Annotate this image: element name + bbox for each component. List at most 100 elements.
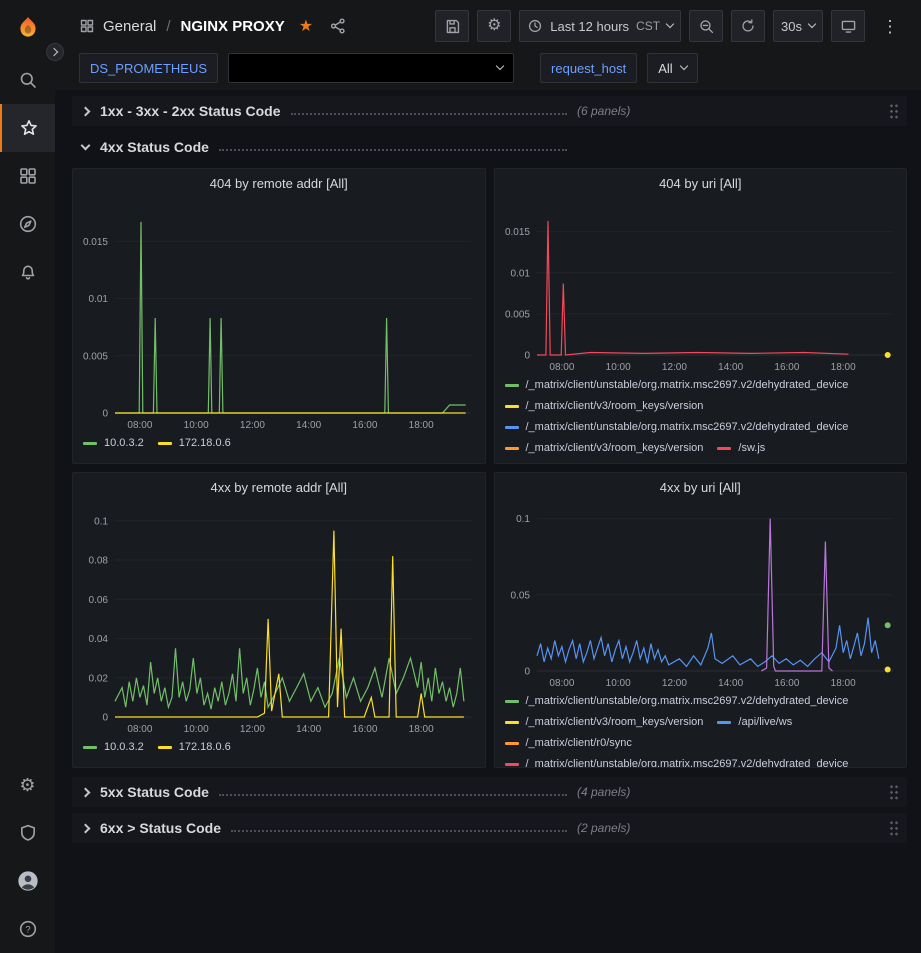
sidebar-item-alerting[interactable] [0, 248, 55, 296]
favorite-star-icon[interactable]: ★ [299, 16, 313, 36]
variable-label-request-host[interactable]: request_host [540, 53, 637, 83]
breadcrumb-folder[interactable]: General [103, 18, 156, 35]
legend-swatch [505, 426, 519, 429]
chevron-right-icon [81, 823, 91, 833]
svg-text:10:00: 10:00 [605, 362, 630, 373]
sidebar-expand-button[interactable] [46, 43, 64, 61]
time-range-picker[interactable]: Last 12 hours CST [519, 10, 681, 42]
legend-label: /_matrix/client/unstable/org.matrix.msc2… [526, 421, 849, 433]
legend-label: 172.18.0.6 [179, 437, 231, 449]
svg-text:18:00: 18:00 [830, 678, 855, 689]
legend-item[interactable]: /_matrix/client/unstable/org.matrix.msc2… [505, 756, 849, 767]
legend-label: /api/live/ws [738, 716, 792, 728]
legend: 10.0.3.2 172.18.0.6 [73, 433, 485, 463]
variable-request-host-select[interactable]: All [647, 53, 697, 83]
row-panel-count: (6 panels) [577, 104, 630, 118]
svg-text:?: ? [25, 924, 30, 935]
legend-item[interactable]: /_matrix/client/v3/room_keys/version [505, 398, 704, 414]
sidebar-item-profile[interactable] [0, 857, 55, 905]
svg-text:08:00: 08:00 [549, 678, 574, 689]
legend-item[interactable]: /sw.js [717, 440, 765, 456]
svg-text:0.005: 0.005 [83, 351, 108, 362]
time-series-chart[interactable]: 00.020.040.060.080.108:0010:0012:0014:00… [73, 501, 485, 737]
row-drag-handle[interactable] [889, 820, 899, 837]
panel-title[interactable]: 4xx by uri [All] [495, 473, 907, 501]
svg-text:0: 0 [524, 351, 530, 362]
legend-item[interactable]: 10.0.3.2 [83, 435, 144, 451]
legend-item[interactable]: /_matrix/client/unstable/org.matrix.msc2… [505, 693, 849, 709]
gear-icon: ⚙ [487, 18, 501, 34]
svg-text:14:00: 14:00 [718, 362, 743, 373]
legend-item[interactable]: 172.18.0.6 [158, 739, 231, 755]
sidebar-item-dashboards[interactable] [0, 152, 55, 200]
sidebar-item-search[interactable] [0, 56, 55, 104]
time-series-chart[interactable]: 00.0050.010.01508:0010:0012:0014:0016:00… [495, 197, 907, 375]
variable-datasource-select[interactable] [228, 53, 514, 83]
row-4xx-status-code[interactable]: 4xx Status Code [72, 132, 907, 162]
cycle-view-mode-button[interactable] [831, 10, 865, 42]
svg-text:12:00: 12:00 [240, 724, 265, 735]
panel-title[interactable]: 404 by remote addr [All] [73, 169, 485, 197]
row-1xx-3xx-2xx-status-code[interactable]: 1xx - 3xx - 2xx Status Code (6 panels) [72, 96, 907, 126]
legend-item[interactable]: /_matrix/client/unstable/org.matrix.msc2… [505, 377, 849, 393]
time-series-chart[interactable]: 00.0050.010.01508:0010:0012:0014:0016:00… [73, 197, 485, 433]
svg-text:14:00: 14:00 [296, 724, 321, 735]
svg-text:10:00: 10:00 [184, 724, 209, 735]
chevron-down-icon [81, 140, 91, 150]
legend-swatch [505, 721, 519, 724]
row-5xx-status-code[interactable]: 5xx Status Code (4 panels) [72, 777, 907, 807]
svg-text:14:00: 14:00 [718, 678, 743, 689]
svg-text:0.015: 0.015 [83, 237, 108, 248]
variable-label-ds-prometheus[interactable]: DS_PROMETHEUS [79, 53, 218, 83]
legend-item[interactable]: 10.0.3.2 [83, 739, 144, 755]
apps-grid-icon [18, 166, 38, 186]
sidebar-item-favorites[interactable] [0, 104, 55, 152]
row-drag-handle[interactable] [889, 103, 899, 120]
sidebar-item-help[interactable]: ? [0, 905, 55, 953]
time-series-chart[interactable]: 00.050.108:0010:0012:0014:0016:0018:00 [495, 501, 907, 691]
legend-item[interactable]: 172.18.0.6 [158, 435, 231, 451]
svg-text:0.08: 0.08 [89, 556, 109, 567]
legend-item[interactable]: /_matrix/client/v3/room_keys/version [505, 440, 704, 456]
row-6xx-status-code[interactable]: 6xx > Status Code (2 panels) [72, 813, 907, 843]
save-dashboard-button[interactable] [435, 10, 469, 42]
variable-request-host-value: All [658, 61, 672, 76]
row-drag-handle[interactable] [889, 784, 899, 801]
zoom-out-button[interactable] [689, 10, 723, 42]
legend-item[interactable]: /_matrix/client/r0/sync [505, 735, 632, 751]
share-icon[interactable] [329, 17, 347, 35]
panel-title[interactable]: 4xx by remote addr [All] [73, 473, 485, 501]
legend-item[interactable]: /_matrix/client/unstable/org.matrix.msc2… [505, 419, 849, 435]
refresh-interval-picker[interactable]: 30s [773, 10, 823, 42]
row-panel-count: (4 panels) [577, 785, 630, 799]
sidebar-item-server-admin[interactable] [0, 809, 55, 857]
chevron-down-icon [666, 20, 674, 28]
shield-icon [18, 823, 38, 843]
svg-text:16:00: 16:00 [352, 420, 377, 431]
svg-text:16:00: 16:00 [774, 678, 799, 689]
svg-text:0: 0 [102, 409, 108, 420]
dashboard-settings-button[interactable]: ⚙ [477, 10, 511, 42]
legend-label: /_matrix/client/unstable/org.matrix.msc2… [526, 758, 849, 767]
svg-text:10:00: 10:00 [605, 678, 630, 689]
sidebar-item-configuration[interactable]: ⚙ [0, 761, 55, 809]
svg-text:16:00: 16:00 [774, 362, 799, 373]
legend-item[interactable]: /api/live/ws [717, 714, 792, 730]
legend-swatch [83, 442, 97, 445]
star-icon [19, 118, 39, 138]
dashboard-grid-icon [79, 18, 95, 34]
svg-text:0: 0 [102, 713, 108, 724]
svg-text:0.1: 0.1 [516, 514, 530, 525]
dashboard-toolbar: General / NGINX PROXY ★ ⚙ [55, 0, 921, 52]
refresh-button[interactable] [731, 10, 765, 42]
svg-text:0: 0 [524, 667, 530, 678]
legend-item[interactable]: /_matrix/client/v3/room_keys/version [505, 714, 704, 730]
panel-title[interactable]: 404 by uri [All] [495, 169, 907, 197]
more-options-button[interactable]: ⋮ [873, 10, 907, 42]
sidebar-item-explore[interactable] [0, 200, 55, 248]
row-panel-count: (2 panels) [577, 821, 630, 835]
svg-text:0.015: 0.015 [504, 227, 529, 238]
svg-text:12:00: 12:00 [661, 362, 686, 373]
dotted-leader [291, 113, 567, 115]
panel-404-by-remote-addr: 404 by remote addr [All] 00.0050.010.015… [72, 168, 486, 464]
